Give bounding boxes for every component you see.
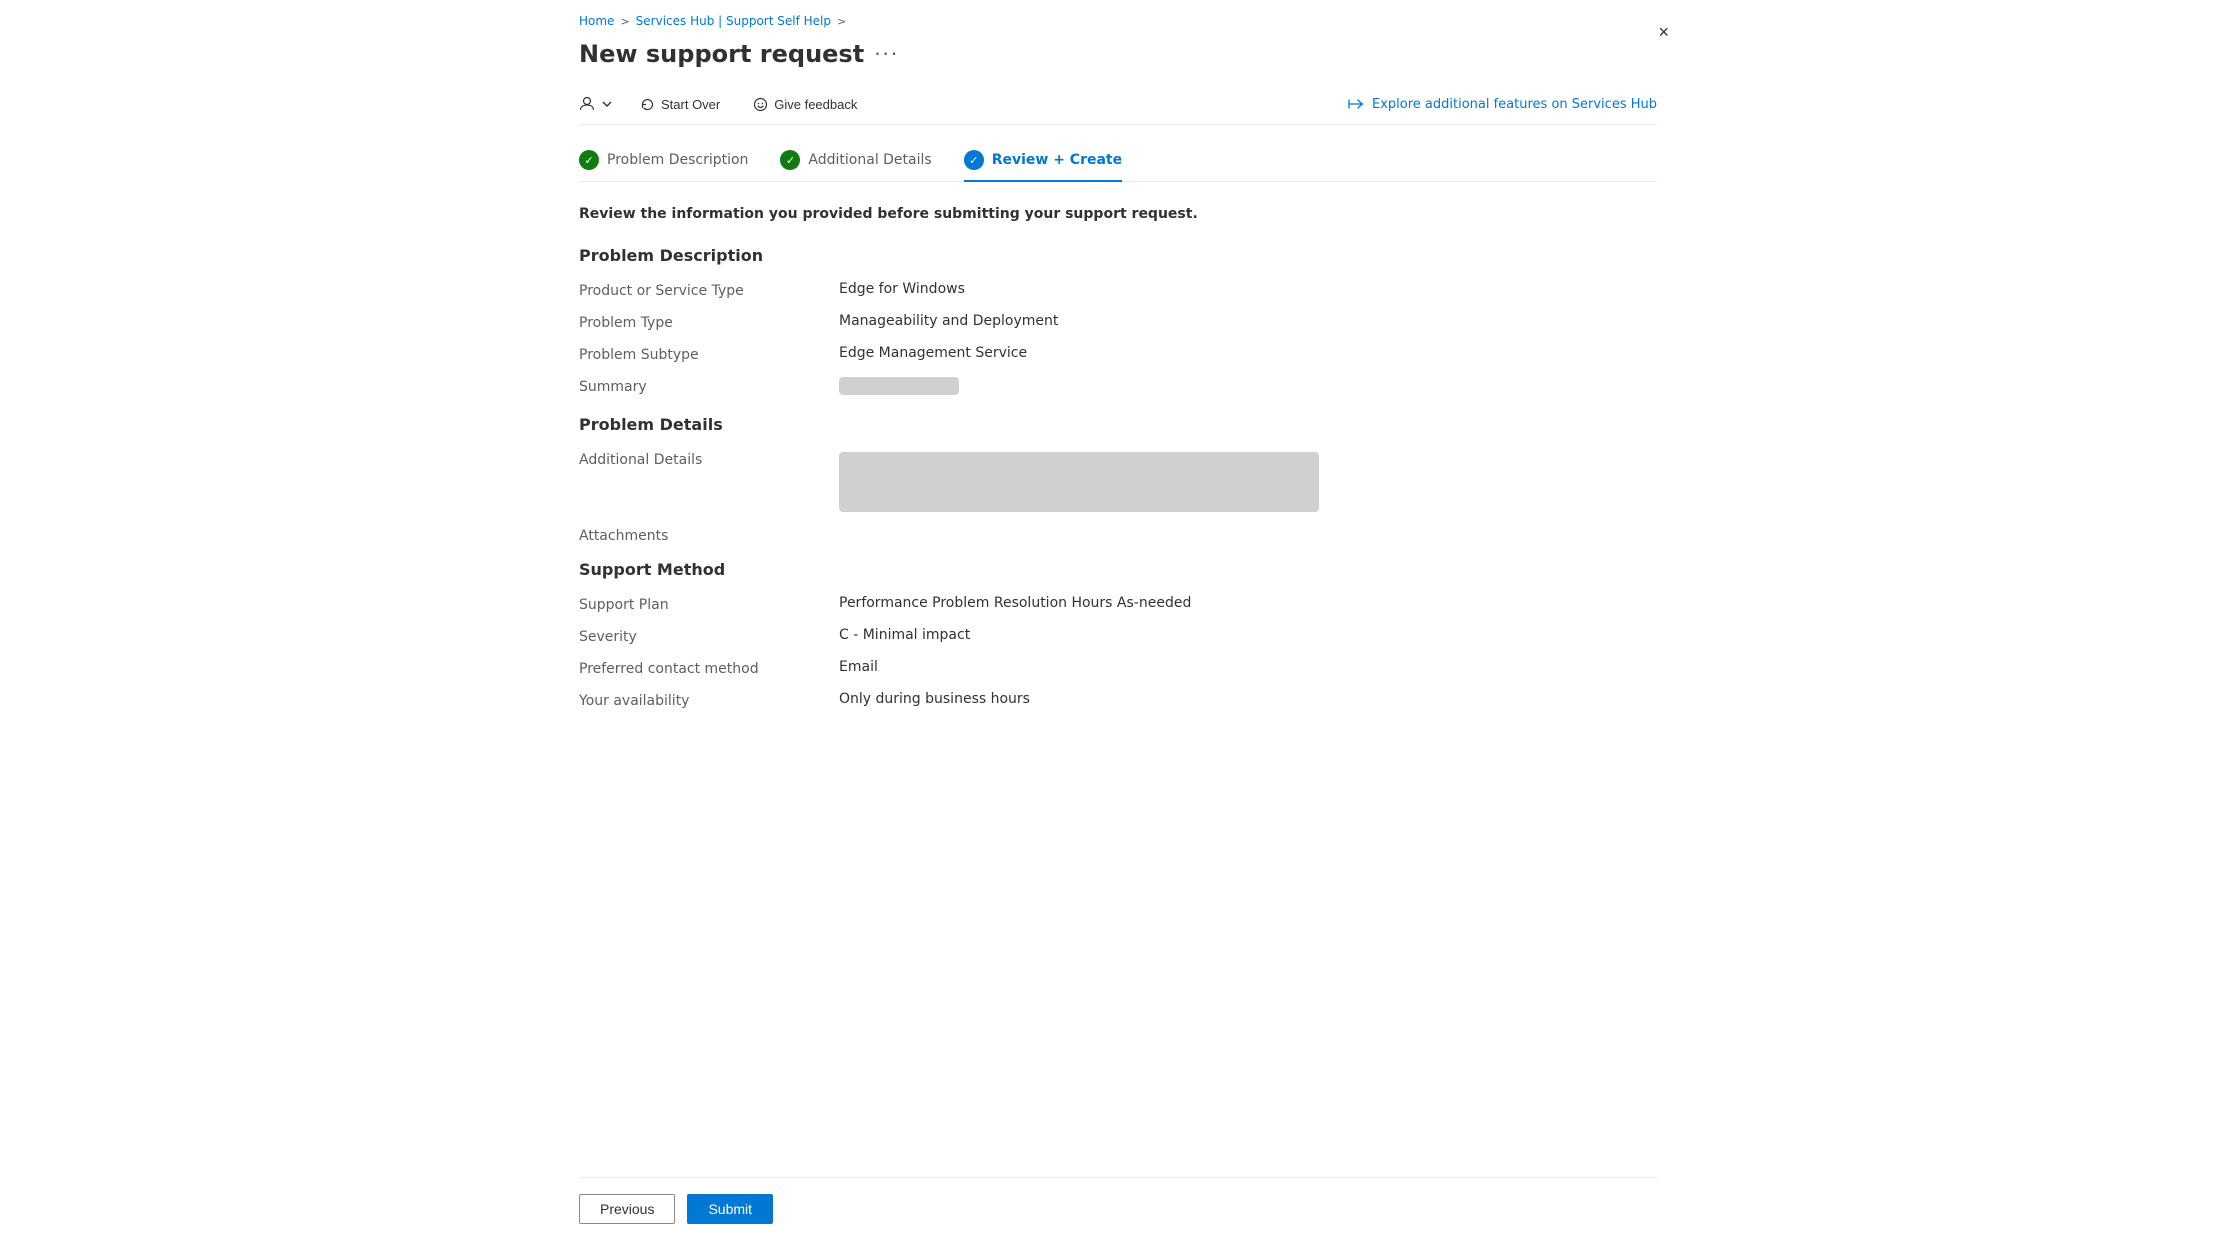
field-label-product-type: Product or Service Type [579,281,839,299]
dropdown-icon [599,96,615,112]
user-account-button[interactable] [579,96,615,112]
give-feedback-button[interactable]: Give feedback [744,92,865,116]
field-label-availability: Your availability [579,691,839,709]
step-label-details: Additional Details [808,152,931,168]
breadcrumb-home[interactable]: Home [579,14,614,28]
breadcrumb: Home > Services Hub | Support Self Help … [579,0,1657,36]
field-contact-method: Preferred contact method Email [579,659,1641,677]
feedback-icon [752,96,768,112]
step-label-problem: Problem Description [607,152,748,168]
step-label-review: Review + Create [992,152,1122,168]
page-title: New support request [579,40,864,68]
field-value-severity: C - Minimal impact [839,627,1641,643]
start-over-button[interactable]: Start Over [631,92,728,116]
user-icon [579,96,595,112]
field-additional-details: Additional Details [579,450,1641,512]
field-label-summary: Summary [579,377,839,395]
field-label-contact-method: Preferred contact method [579,659,839,677]
previous-button[interactable]: Previous [579,1194,675,1224]
field-label-attachments: Attachments [579,526,839,544]
steps-bar: ✓ Problem Description ✓ Additional Detai… [579,141,1657,182]
step-additional-details[interactable]: ✓ Additional Details [780,150,931,182]
field-value-summary [839,377,1641,399]
step-check-problem: ✓ [579,150,599,170]
field-value-availability: Only during business hours [839,691,1641,707]
step-review-create[interactable]: ✓ Review + Create [964,150,1122,182]
step-check-details: ✓ [780,150,800,170]
field-severity: Severity C - Minimal impact [579,627,1641,645]
toolbar-left: Start Over Give feedback [579,92,1348,116]
summary-blurred [839,377,959,395]
field-value-problem-subtype: Edge Management Service [839,345,1641,361]
field-value-support-plan: Performance Problem Resolution Hours As-… [839,595,1641,611]
explore-services-link[interactable]: Explore additional features on Services … [1348,96,1657,112]
field-label-problem-type: Problem Type [579,313,839,331]
support-method-section-title: Support Method [579,560,1641,579]
field-attachments: Attachments [579,526,1641,544]
step-check-review: ✓ [964,150,984,170]
field-support-plan: Support Plan Performance Problem Resolut… [579,595,1641,613]
submit-button[interactable]: Submit [687,1194,773,1224]
review-intro-text: Review the information you provided befo… [579,206,1641,222]
toolbar: Start Over Give feedback [579,84,1657,125]
close-button[interactable]: × [1650,18,1677,47]
field-value-product-type: Edge for Windows [839,281,1641,297]
field-problem-subtype: Problem Subtype Edge Management Service [579,345,1641,363]
explore-services-label: Explore additional features on Services … [1372,97,1657,112]
refresh-icon [639,96,655,112]
step-problem-description[interactable]: ✓ Problem Description [579,150,748,182]
additional-details-blurred [839,452,1319,512]
breadcrumb-sep1: > [620,15,629,28]
field-label-additional-details: Additional Details [579,450,839,468]
field-label-support-plan: Support Plan [579,595,839,613]
field-label-problem-subtype: Problem Subtype [579,345,839,363]
breadcrumb-services[interactable]: Services Hub | Support Self Help [636,14,831,28]
field-summary: Summary [579,377,1641,399]
field-problem-type: Problem Type Manageability and Deploymen… [579,313,1641,331]
field-availability: Your availability Only during business h… [579,691,1641,709]
page-title-menu[interactable]: ··· [874,42,899,66]
field-product-type: Product or Service Type Edge for Windows [579,281,1641,299]
main-content: Review the information you provided befo… [579,206,1657,1177]
page-title-row: New support request ··· [579,36,1657,84]
problem-description-section-title: Problem Description [579,246,1641,265]
field-value-problem-type: Manageability and Deployment [839,313,1641,329]
give-feedback-label: Give feedback [774,97,857,112]
breadcrumb-sep2: > [837,15,846,28]
start-over-label: Start Over [661,97,720,112]
field-label-severity: Severity [579,627,839,645]
problem-details-section-title: Problem Details [579,415,1641,434]
field-value-additional-details [839,450,1641,512]
explore-icon [1348,96,1364,112]
footer: Previous Submit [579,1177,1657,1240]
field-value-contact-method: Email [839,659,1641,675]
